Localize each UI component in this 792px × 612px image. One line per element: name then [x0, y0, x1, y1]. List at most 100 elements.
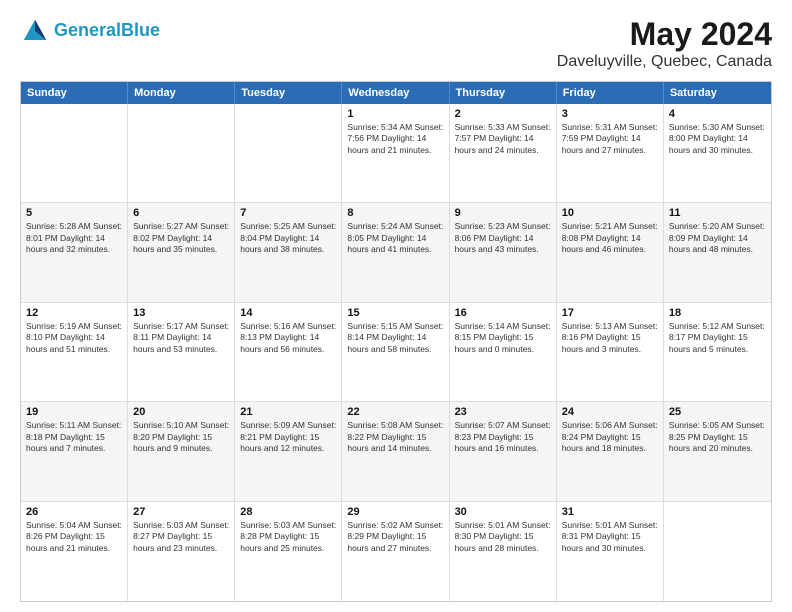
cell-info: Sunrise: 5:06 AM Sunset: 8:24 PM Dayligh… [562, 420, 658, 454]
calendar-cell: 15Sunrise: 5:15 AM Sunset: 8:14 PM Dayli… [342, 303, 449, 401]
cell-info: Sunrise: 5:07 AM Sunset: 8:23 PM Dayligh… [455, 420, 551, 454]
calendar-cell: 26 Sunrise: 5:04 AM Sunset: 8:26 PM Dayli… [21, 502, 128, 601]
calendar-cell: 22 Sunrise: 5:08 AM Sunset: 8:22 PM Dayli… [342, 402, 449, 500]
cell-info: Sunrise: 5:28 AM Sunset: 8:01 PM Dayligh… [26, 221, 122, 255]
cell-info: Sunrise: 5:03 AM Sunset: 8:28 PM Dayligh… [240, 520, 336, 554]
calendar-cell: 30Sunrise: 5:01 AM Sunset: 8:30 PM Dayli… [450, 502, 557, 601]
day-number: 5 [26, 207, 122, 219]
cell-info: Sunrise: 5:01 AM Sunset: 8:31 PM Dayligh… [562, 520, 658, 554]
day-header-thursday: Thursday [450, 82, 557, 104]
cell-info: Sunrise: 5:10 AM Sunset: 8:20 PM Dayligh… [133, 420, 229, 454]
day-number: 1 [347, 108, 443, 120]
logo: GeneralBlue [20, 16, 160, 46]
cell-info: Sunrise: 5:12 AM Sunset: 8:17 PM Dayligh… [669, 321, 766, 355]
cell-info: Sunrise: 5:25 AM Sunset: 8:04 PM Dayligh… [240, 221, 336, 255]
day-number: 25 [669, 406, 766, 418]
calendar-cell: 12Sunrise: 5:19 AM Sunset: 8:10 PM Dayli… [21, 303, 128, 401]
cell-info: Sunrise: 5:30 AM Sunset: 8:00 PM Dayligh… [669, 122, 766, 156]
cell-info: Sunrise: 5:17 AM Sunset: 8:11 PM Dayligh… [133, 321, 229, 355]
calendar-cell [21, 104, 128, 202]
calendar-body: 1 Sunrise: 5:34 AM Sunset: 7:56 PM Daylig… [21, 104, 771, 601]
calendar-cell: 7 Sunrise: 5:25 AM Sunset: 8:04 PM Daylig… [235, 203, 342, 301]
cell-info: Sunrise: 5:21 AM Sunset: 8:08 PM Dayligh… [562, 221, 658, 255]
cell-info: Sunrise: 5:23 AM Sunset: 8:06 PM Dayligh… [455, 221, 551, 255]
day-number: 7 [240, 207, 336, 219]
calendar-cell: 5 Sunrise: 5:28 AM Sunset: 8:01 PM Daylig… [21, 203, 128, 301]
calendar-cell: 18Sunrise: 5:12 AM Sunset: 8:17 PM Dayli… [664, 303, 771, 401]
cell-info: Sunrise: 5:33 AM Sunset: 7:57 PM Dayligh… [455, 122, 551, 156]
day-number: 24 [562, 406, 658, 418]
cell-info: Sunrise: 5:04 AM Sunset: 8:26 PM Dayligh… [26, 520, 122, 554]
title-block: May 2024 Daveluyville, Quebec, Canada [557, 16, 772, 71]
page: GeneralBlue May 2024 Daveluyville, Quebe… [0, 0, 792, 612]
day-header-wednesday: Wednesday [342, 82, 449, 104]
calendar-row-1: 1 Sunrise: 5:34 AM Sunset: 7:56 PM Daylig… [21, 104, 771, 203]
calendar-row-4: 19 Sunrise: 5:11 AM Sunset: 8:18 PM Dayli… [21, 402, 771, 501]
cell-info: Sunrise: 5:14 AM Sunset: 8:15 PM Dayligh… [455, 321, 551, 355]
logo-text: GeneralBlue [54, 21, 160, 41]
cell-info: Sunrise: 5:09 AM Sunset: 8:21 PM Dayligh… [240, 420, 336, 454]
day-number: 2 [455, 108, 551, 120]
cell-info: Sunrise: 5:11 AM Sunset: 8:18 PM Dayligh… [26, 420, 122, 454]
day-number: 26 [26, 506, 122, 518]
cell-info: Sunrise: 5:31 AM Sunset: 7:59 PM Dayligh… [562, 122, 658, 156]
day-number: 6 [133, 207, 229, 219]
calendar-cell: 3Sunrise: 5:31 AM Sunset: 7:59 PM Daylig… [557, 104, 664, 202]
day-number: 17 [562, 307, 658, 319]
day-number: 12 [26, 307, 122, 319]
day-number: 29 [347, 506, 443, 518]
calendar-row-5: 26 Sunrise: 5:04 AM Sunset: 8:26 PM Dayli… [21, 502, 771, 601]
calendar-cell: 11Sunrise: 5:20 AM Sunset: 8:09 PM Dayli… [664, 203, 771, 301]
cell-info: Sunrise: 5:03 AM Sunset: 8:27 PM Dayligh… [133, 520, 229, 554]
calendar-cell: 6 Sunrise: 5:27 AM Sunset: 8:02 PM Daylig… [128, 203, 235, 301]
calendar-cell: 21Sunrise: 5:09 AM Sunset: 8:21 PM Dayli… [235, 402, 342, 500]
day-header-monday: Monday [128, 82, 235, 104]
calendar-cell: 29 Sunrise: 5:02 AM Sunset: 8:29 PM Dayli… [342, 502, 449, 601]
cell-info: Sunrise: 5:16 AM Sunset: 8:13 PM Dayligh… [240, 321, 336, 355]
cell-info: Sunrise: 5:24 AM Sunset: 8:05 PM Dayligh… [347, 221, 443, 255]
calendar-cell: 23 Sunrise: 5:07 AM Sunset: 8:23 PM Dayli… [450, 402, 557, 500]
day-number: 8 [347, 207, 443, 219]
calendar-cell [664, 502, 771, 601]
day-number: 28 [240, 506, 336, 518]
day-number: 31 [562, 506, 658, 518]
cell-info: Sunrise: 5:34 AM Sunset: 7:56 PM Dayligh… [347, 122, 443, 156]
calendar-cell: 9 Sunrise: 5:23 AM Sunset: 8:06 PM Daylig… [450, 203, 557, 301]
calendar-cell: 13Sunrise: 5:17 AM Sunset: 8:11 PM Dayli… [128, 303, 235, 401]
calendar-row-3: 12Sunrise: 5:19 AM Sunset: 8:10 PM Dayli… [21, 303, 771, 402]
calendar-cell [128, 104, 235, 202]
calendar-cell: 27Sunrise: 5:03 AM Sunset: 8:27 PM Dayli… [128, 502, 235, 601]
day-number: 23 [455, 406, 551, 418]
day-number: 9 [455, 207, 551, 219]
calendar-cell: 28 Sunrise: 5:03 AM Sunset: 8:28 PM Dayli… [235, 502, 342, 601]
logo-line1: General [54, 20, 121, 40]
subtitle: Daveluyville, Quebec, Canada [557, 53, 772, 71]
calendar-cell: 20Sunrise: 5:10 AM Sunset: 8:20 PM Dayli… [128, 402, 235, 500]
header: GeneralBlue May 2024 Daveluyville, Quebe… [20, 16, 772, 71]
calendar-cell: 4Sunrise: 5:30 AM Sunset: 8:00 PM Daylig… [664, 104, 771, 202]
day-number: 10 [562, 207, 658, 219]
cell-info: Sunrise: 5:02 AM Sunset: 8:29 PM Dayligh… [347, 520, 443, 554]
calendar-cell: 24 Sunrise: 5:06 AM Sunset: 8:24 PM Dayli… [557, 402, 664, 500]
day-number: 14 [240, 307, 336, 319]
logo-icon [20, 16, 50, 46]
calendar-cell: 1 Sunrise: 5:34 AM Sunset: 7:56 PM Daylig… [342, 104, 449, 202]
calendar-cell: 17Sunrise: 5:13 AM Sunset: 8:16 PM Dayli… [557, 303, 664, 401]
calendar-cell: 19 Sunrise: 5:11 AM Sunset: 8:18 PM Dayli… [21, 402, 128, 500]
day-number: 19 [26, 406, 122, 418]
calendar-cell: 10 Sunrise: 5:21 AM Sunset: 8:08 PM Dayli… [557, 203, 664, 301]
day-header-tuesday: Tuesday [235, 82, 342, 104]
cell-info: Sunrise: 5:01 AM Sunset: 8:30 PM Dayligh… [455, 520, 551, 554]
cell-info: Sunrise: 5:08 AM Sunset: 8:22 PM Dayligh… [347, 420, 443, 454]
day-number: 22 [347, 406, 443, 418]
calendar-cell: 14 Sunrise: 5:16 AM Sunset: 8:13 PM Dayli… [235, 303, 342, 401]
calendar-cell: 31 Sunrise: 5:01 AM Sunset: 8:31 PM Dayli… [557, 502, 664, 601]
main-title: May 2024 [557, 16, 772, 53]
cell-info: Sunrise: 5:05 AM Sunset: 8:25 PM Dayligh… [669, 420, 766, 454]
day-header-sunday: Sunday [21, 82, 128, 104]
cell-info: Sunrise: 5:27 AM Sunset: 8:02 PM Dayligh… [133, 221, 229, 255]
calendar-cell: 16Sunrise: 5:14 AM Sunset: 8:15 PM Dayli… [450, 303, 557, 401]
calendar-cell [235, 104, 342, 202]
calendar-row-2: 5 Sunrise: 5:28 AM Sunset: 8:01 PM Daylig… [21, 203, 771, 302]
calendar-cell: 25 Sunrise: 5:05 AM Sunset: 8:25 PM Dayli… [664, 402, 771, 500]
